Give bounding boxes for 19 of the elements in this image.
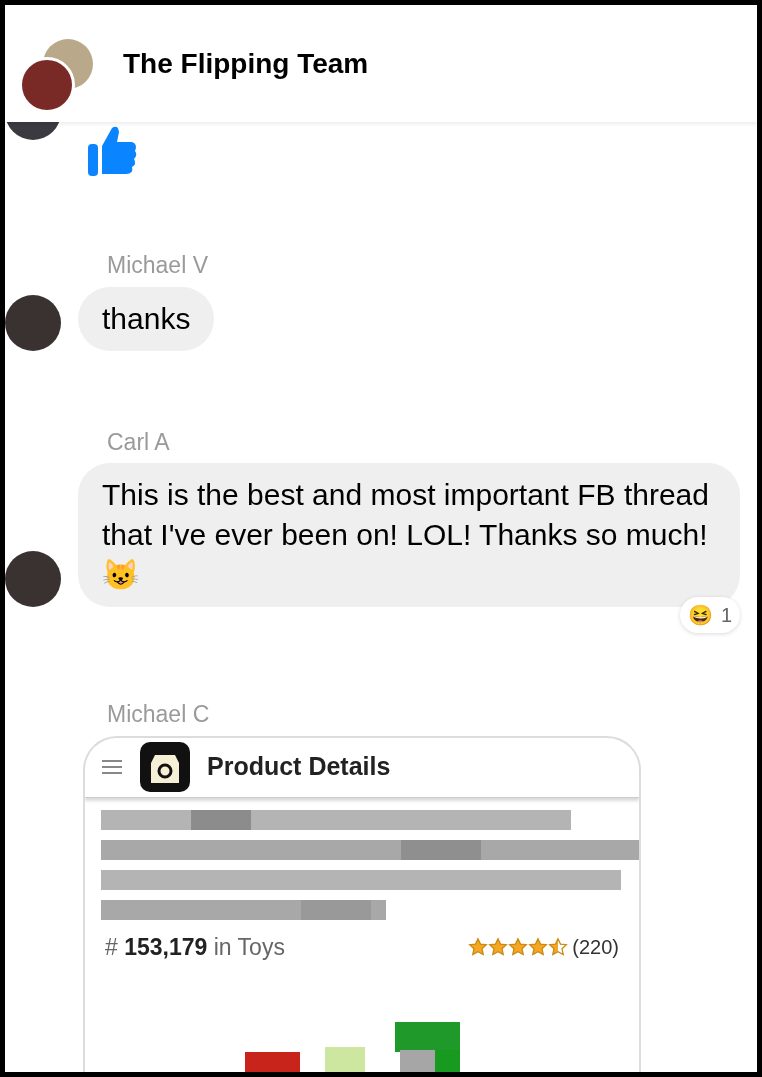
- sender-name: Michael V: [107, 251, 209, 280]
- sender-name: Michael C: [107, 700, 211, 729]
- message-bubble: thanks: [78, 286, 215, 351]
- review-count: (220): [572, 934, 619, 960]
- star-icon: [508, 936, 529, 957]
- sales-rank: # 153,179 in Toys: [105, 932, 285, 962]
- reaction-badge[interactable]: 😆 1: [679, 597, 740, 633]
- product-card[interactable]: Product Details # 153,179 in Toys (220): [83, 735, 641, 1072]
- card-title: Product Details: [207, 751, 391, 783]
- star-icon: [488, 936, 509, 957]
- sender-name: Carl A: [107, 427, 171, 457]
- shopping-tag-icon: [139, 741, 191, 793]
- avatar: [5, 551, 61, 607]
- chat-title: The Flipping Team: [123, 46, 369, 81]
- star-icon: [468, 936, 489, 957]
- star-icon: [548, 936, 569, 957]
- menu-icon[interactable]: [101, 759, 123, 775]
- star-icon: [528, 936, 549, 957]
- thumbs-up-icon: [88, 124, 138, 176]
